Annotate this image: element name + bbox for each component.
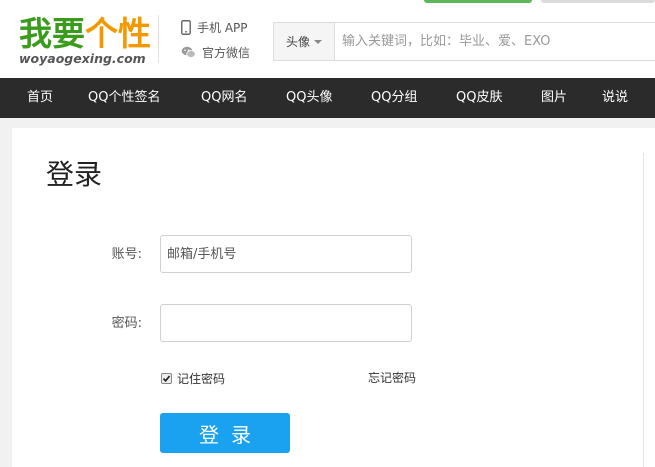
nav-item-home[interactable]: 首页 xyxy=(27,78,53,118)
panel-divider xyxy=(643,153,644,467)
nav-item-qq-skin[interactable]: QQ皮肤 xyxy=(456,78,502,118)
account-input[interactable] xyxy=(160,235,412,273)
logo-text: 我要个性 xyxy=(19,14,151,54)
nav-item-qq-nickname[interactable]: QQ网名 xyxy=(201,78,247,118)
page-title: 登录 xyxy=(46,158,103,191)
top-gray-bar[interactable] xyxy=(541,0,655,3)
main-nav: 首页 QQ个性签名 QQ网名 QQ头像 QQ分组 QQ皮肤 图片 说说 xyxy=(0,78,655,118)
wechat-icon xyxy=(181,46,196,58)
nav-item-qq-avatar[interactable]: QQ头像 xyxy=(286,78,332,118)
logo-domain: woyaogexing.com xyxy=(19,51,146,66)
nav-item-qq-signature[interactable]: QQ个性签名 xyxy=(88,78,160,118)
nav-item-shuoshuo[interactable]: 说说 xyxy=(602,78,628,118)
chevron-down-icon xyxy=(314,39,322,44)
search-box: 头像 xyxy=(273,22,655,61)
nav-item-qq-group[interactable]: QQ分组 xyxy=(371,78,417,118)
checkmark-icon xyxy=(162,375,171,383)
search-category-select[interactable]: 头像 xyxy=(274,23,335,60)
logo-text-orange: 个性 xyxy=(85,14,151,53)
site-logo[interactable]: 我要个性 woyaogexing.com xyxy=(19,14,151,66)
remember-checkbox[interactable] xyxy=(161,373,172,384)
password-label: 密码: xyxy=(111,316,142,331)
search-category-value: 头像 xyxy=(285,35,310,49)
forgot-password-link[interactable]: 忘记密码 xyxy=(368,369,416,387)
header-divider xyxy=(158,15,159,63)
site-header: 我要个性 woyaogexing.com 手机 APP 官方微信 头像 xyxy=(0,0,655,78)
logo-text-green: 我要 xyxy=(19,14,85,53)
search-input[interactable] xyxy=(342,23,642,60)
mobile-app-link[interactable]: 手机 APP xyxy=(181,17,248,37)
mobile-app-label: 手机 APP xyxy=(197,20,248,35)
phone-icon xyxy=(181,19,191,35)
remember-password[interactable]: 记住密码 xyxy=(161,370,225,387)
account-label: 账号: xyxy=(111,247,142,262)
remember-label: 记住密码 xyxy=(177,372,226,386)
nav-item-pictures[interactable]: 图片 xyxy=(541,78,567,118)
wechat-label: 官方微信 xyxy=(202,45,251,60)
login-button[interactable]: 登录 xyxy=(160,413,290,453)
login-panel xyxy=(12,128,655,467)
top-green-bar[interactable] xyxy=(424,0,532,3)
wechat-link[interactable]: 官方微信 xyxy=(181,42,250,62)
password-input[interactable] xyxy=(160,304,412,342)
